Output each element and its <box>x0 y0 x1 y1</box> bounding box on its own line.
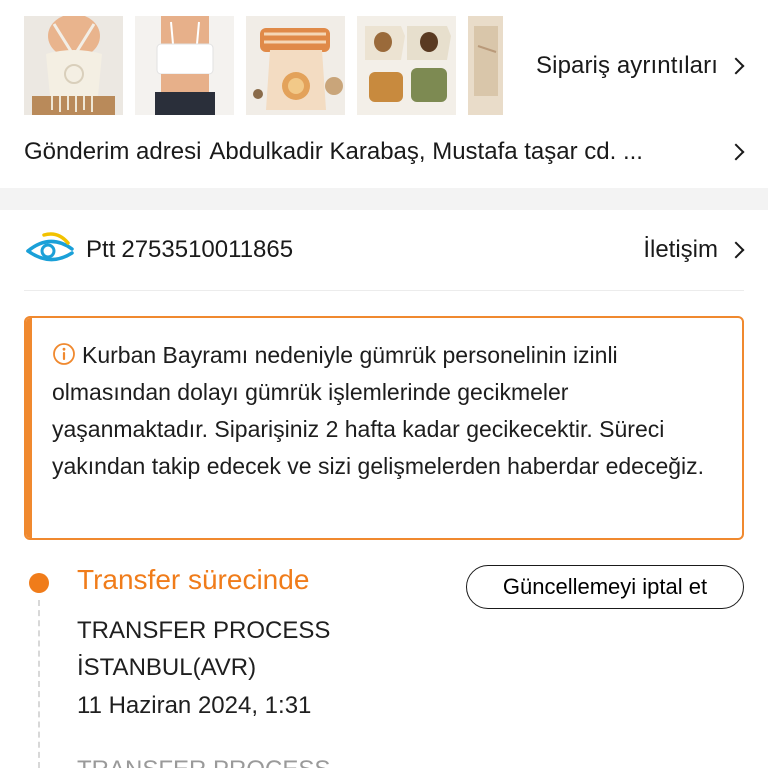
chevron-right-icon <box>727 57 745 75</box>
kids-bear-shirt-shorts-set-image[interactable] <box>357 16 456 115</box>
next-event-description: TRANSFER PROCESS <box>77 756 330 768</box>
chevron-right-icon <box>727 241 745 259</box>
delay-notice-box: Kurban Bayramı nedeniyle gümrük personel… <box>24 316 744 540</box>
shipping-address-label: Gönderim adresi <box>24 138 202 165</box>
partial-product-image[interactable] <box>468 16 503 115</box>
tracking-number[interactable]: 2753510011865 <box>121 236 293 264</box>
carrier-row: Ptt 2753510011865 İletişim <box>24 230 746 270</box>
info-icon <box>52 342 82 368</box>
contact-label: İletişim <box>643 236 718 263</box>
cancel-update-button[interactable]: Güncellemeyi iptal et <box>466 565 744 609</box>
timeline-active-dot <box>29 573 49 593</box>
notice-body: Kurban Bayramı nedeniyle gümrük personel… <box>52 337 722 485</box>
section-divider <box>0 188 768 210</box>
baby-lion-romper-image[interactable] <box>246 16 345 115</box>
contact-link[interactable]: İletişim <box>643 236 746 264</box>
event-location: İSTANBUL(AVR) <box>77 654 257 681</box>
white-tube-top-image[interactable] <box>135 16 234 115</box>
order-details-link[interactable]: Sipariş ayrıntıları <box>536 52 746 80</box>
divider <box>24 290 744 291</box>
chevron-right-icon <box>727 143 745 161</box>
timeline-connector <box>38 600 40 768</box>
notice-accent-bar <box>26 318 32 538</box>
ptt-logo-icon <box>24 229 86 272</box>
carrier-name: Ptt <box>86 236 116 263</box>
order-details-label: Sipariş ayrıntıları <box>536 52 718 79</box>
event-timestamp: 11 Haziran 2024, 1:31 <box>77 692 312 719</box>
crochet-halter-top-image[interactable] <box>24 16 123 115</box>
shipping-address-value: Abdulkadir Karabaş, Mustafa taşar cd. ..… <box>209 138 643 165</box>
notice-text: Kurban Bayramı nedeniyle gümrük personel… <box>52 342 705 479</box>
current-status-title: Transfer sürecinde <box>77 564 310 595</box>
shipping-address-row[interactable]: Gönderim adresi Abdulkadir Karabaş, Must… <box>24 134 746 170</box>
event-description: TRANSFER PROCESS <box>77 617 331 644</box>
